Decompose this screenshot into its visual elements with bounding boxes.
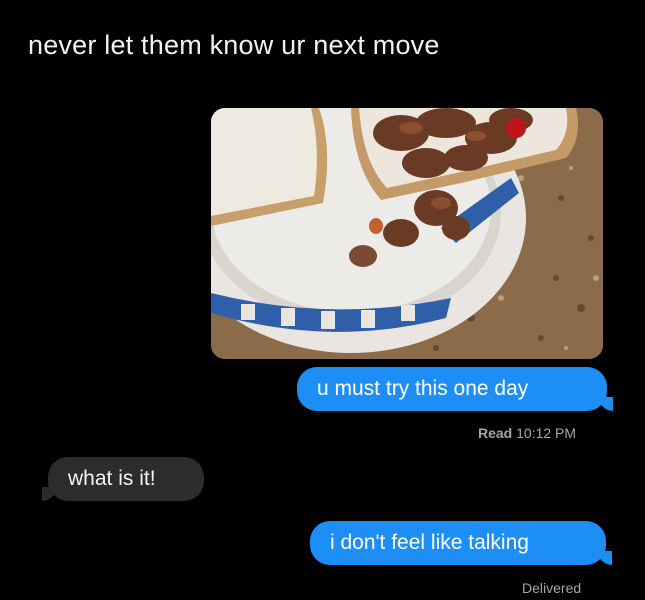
food-photo[interactable] [211,108,603,359]
delivered-status: Delivered [522,580,582,596]
food-photo-icon [211,108,603,359]
bubble-tail-icon [599,397,613,411]
incoming-message-bubble[interactable]: what is it! [48,457,204,501]
read-time: 10:12 PM [516,425,577,441]
bubble-tail-icon [42,487,56,501]
outgoing-message-bubble[interactable]: i don't feel like talking [310,521,606,565]
bubble-tail-icon [598,551,612,565]
read-receipt: Read 10:12 PM [478,425,576,441]
meme-caption: never let them know ur next move [28,30,440,60]
read-label: Read [478,425,513,441]
outgoing-message-bubble[interactable]: u must try this one day [297,367,607,411]
